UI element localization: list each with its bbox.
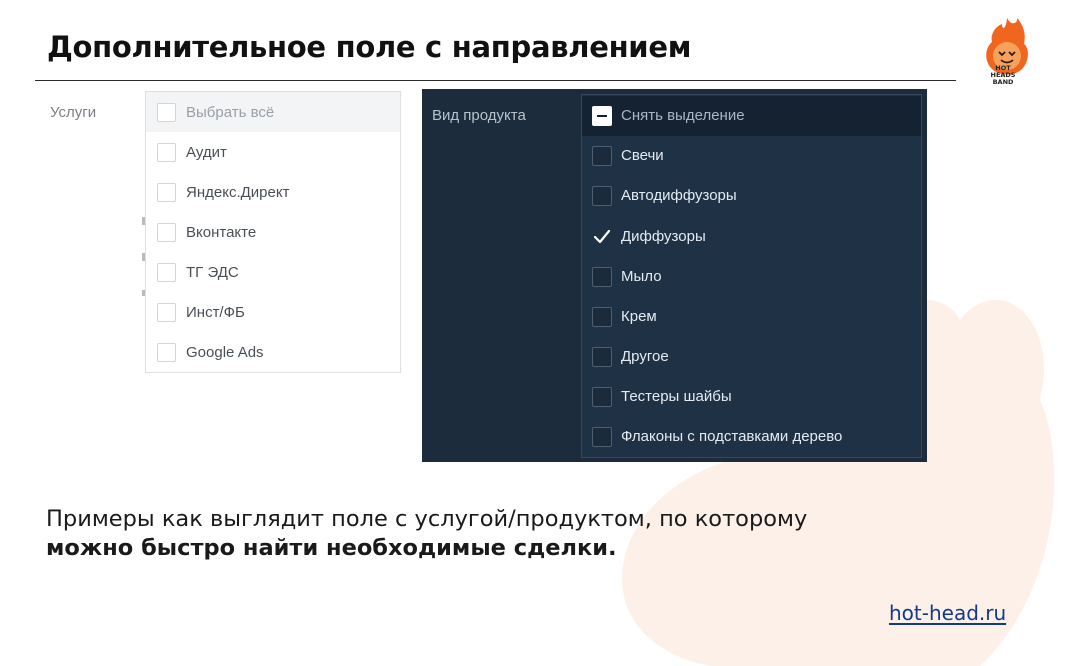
- background-glyph: [142, 217, 145, 225]
- caption-bold-text: можно быстро найти необходимые сделки.: [46, 535, 617, 561]
- option-other[interactable]: Другое: [582, 337, 921, 377]
- option-label: Яндекс.Директ: [186, 183, 290, 201]
- option-label: Снять выделение: [621, 107, 745, 124]
- checkbox[interactable]: [157, 222, 176, 242]
- option-label: Другое: [621, 348, 669, 365]
- option-yandex-direct[interactable]: Яндекс.Директ: [146, 172, 400, 212]
- option-audit[interactable]: Аудит: [146, 132, 400, 172]
- option-label: Вконтакте: [186, 223, 257, 241]
- option-deselect-all[interactable]: Снять выделение: [582, 96, 921, 136]
- slide-title: Дополнительное поле с направлением: [47, 30, 692, 64]
- option-select-all[interactable]: Выбрать всё: [146, 92, 400, 132]
- option-soap[interactable]: Мыло: [582, 257, 921, 297]
- option-label: Диффузоры: [621, 228, 706, 245]
- option-car-diffusers[interactable]: Автодиффузоры: [582, 176, 921, 216]
- option-label: Выбрать всё: [186, 103, 275, 121]
- checkmark-icon: [593, 229, 611, 244]
- logo-line-3: BAND: [992, 78, 1014, 86]
- checkbox[interactable]: [592, 146, 612, 166]
- logo-wordmark: HOT HEADS BAND: [980, 65, 1026, 86]
- option-label: ТГ ЭДС: [186, 263, 239, 281]
- services-field-label: Услуги: [50, 104, 97, 121]
- option-label: Google Ads: [186, 343, 264, 361]
- option-label: Аудит: [186, 143, 227, 161]
- product-type-field: Вид продукта Снять выделение Свечи Автод…: [422, 89, 927, 462]
- option-cream[interactable]: Крем: [582, 297, 921, 337]
- option-label: Инст/ФБ: [186, 303, 245, 321]
- background-arc-decoration: [0, 34, 8, 74]
- option-label: Крем: [621, 308, 657, 325]
- checkbox[interactable]: [592, 307, 612, 327]
- option-inst-fb[interactable]: Инст/ФБ: [146, 292, 400, 332]
- option-bottles-wood-stands[interactable]: Флаконы с подставками дерево: [582, 417, 921, 457]
- checkbox[interactable]: [592, 267, 612, 287]
- checkbox[interactable]: [592, 427, 612, 447]
- checkbox-checked[interactable]: [592, 227, 612, 247]
- title-divider: [35, 80, 956, 81]
- option-tester-pucks[interactable]: Тестеры шайбы: [582, 377, 921, 417]
- checkbox[interactable]: [157, 142, 176, 162]
- option-tg-eds[interactable]: ТГ ЭДС: [146, 252, 400, 292]
- checkbox[interactable]: [592, 387, 612, 407]
- option-label: Флаконы с подставками дерево: [621, 428, 843, 445]
- checkbox[interactable]: [157, 182, 176, 202]
- option-label: Тестеры шайбы: [621, 388, 732, 405]
- indeterminate-checkbox[interactable]: [592, 106, 612, 126]
- option-candles[interactable]: Свечи: [582, 136, 921, 176]
- option-diffusers[interactable]: Диффузоры: [582, 217, 921, 257]
- background-glyph: [142, 253, 145, 261]
- caption-text: Примеры как выглядит поле с услугой/прод…: [46, 506, 808, 532]
- option-google-ads[interactable]: Google Ads: [146, 332, 400, 372]
- background-glyph: [142, 290, 145, 296]
- services-dropdown-list: Выбрать всё Аудит Яндекс.Директ Вконтакт…: [145, 91, 401, 373]
- checkbox[interactable]: [157, 262, 176, 282]
- checkbox[interactable]: [157, 302, 176, 322]
- checkbox[interactable]: [592, 186, 612, 206]
- website-link[interactable]: hot-head.ru: [889, 601, 1006, 625]
- product-type-dropdown-list: Снять выделение Свечи Автодиффузоры Дифф…: [581, 94, 922, 458]
- option-label: Автодиффузоры: [621, 187, 737, 204]
- slide-caption: Примеры как выглядит поле с услугой/прод…: [46, 505, 846, 563]
- product-type-field-label: Вид продукта: [432, 107, 526, 124]
- option-label: Мыло: [621, 268, 662, 285]
- option-label: Свечи: [621, 147, 664, 164]
- checkbox[interactable]: [592, 347, 612, 367]
- option-vkontakte[interactable]: Вконтакте: [146, 212, 400, 252]
- checkbox[interactable]: [157, 102, 176, 122]
- checkbox[interactable]: [157, 342, 176, 362]
